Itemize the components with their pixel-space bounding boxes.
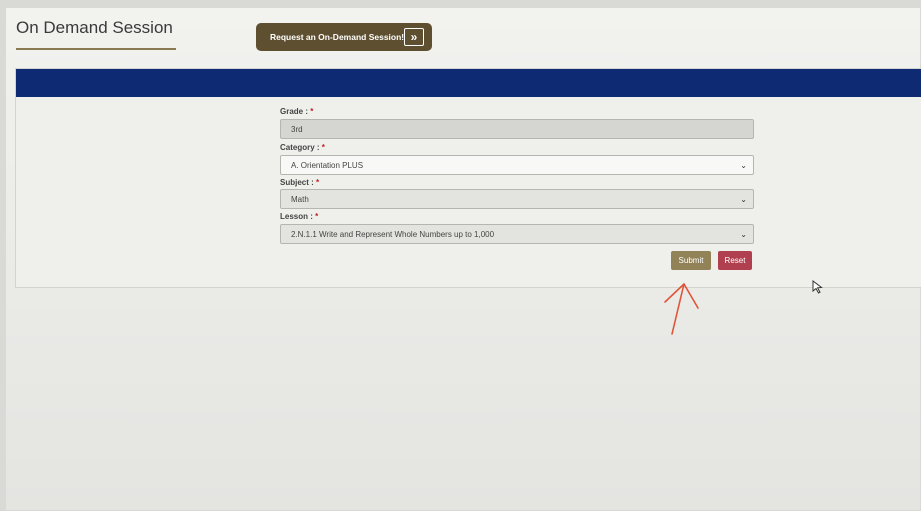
grade-value: 3rd	[291, 124, 303, 134]
double-chevron-right-icon: »	[404, 28, 424, 46]
screen: On Demand Session Request an On-Demand S…	[6, 8, 921, 510]
subject-label: Subject : *	[280, 178, 320, 187]
grade-label: Grade : *	[280, 107, 314, 116]
request-button-label: Request an On-Demand Session!	[270, 32, 405, 42]
submit-button[interactable]: Submit	[671, 251, 711, 270]
chevron-down-icon: ⌄	[740, 161, 747, 170]
lesson-select[interactable]: 2.N.1.1 Write and Represent Whole Number…	[280, 224, 754, 244]
required-mark: *	[316, 178, 320, 187]
required-mark: *	[321, 143, 325, 152]
grade-field: 3rd	[280, 119, 754, 139]
reset-button[interactable]: Reset	[718, 251, 752, 270]
lesson-value: 2.N.1.1 Write and Represent Whole Number…	[291, 229, 495, 239]
lesson-label: Lesson : *	[280, 212, 319, 221]
category-select[interactable]: A. Orientation PLUS ⌄	[280, 155, 754, 175]
panel-header-bar	[16, 69, 921, 97]
required-mark: *	[310, 107, 314, 116]
subject-select[interactable]: Math ⌄	[280, 189, 754, 209]
session-form-panel: Grade : * 3rd Category : * A. Orientatio…	[15, 68, 921, 288]
required-mark: *	[315, 212, 319, 221]
chevron-down-icon: ⌄	[740, 230, 747, 239]
title-underline	[16, 48, 176, 50]
request-on-demand-session-button[interactable]: Request an On-Demand Session! »	[256, 23, 432, 51]
mouse-pointer-icon	[812, 280, 823, 294]
page-title: On Demand Session	[16, 18, 173, 37]
chevron-down-icon: ⌄	[740, 195, 747, 204]
subject-value: Math	[291, 194, 309, 204]
category-value: A. Orientation PLUS	[291, 160, 364, 170]
category-label: Category : *	[280, 143, 325, 152]
annotation-arrow-icon	[664, 283, 699, 335]
